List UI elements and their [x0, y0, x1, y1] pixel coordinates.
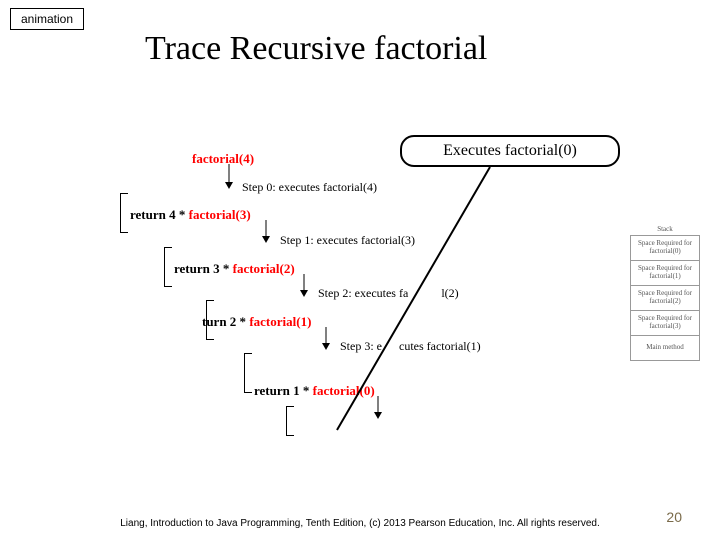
- bracket: [164, 247, 172, 287]
- arrow-down-icon: [223, 164, 235, 190]
- return-text-0: return 4 *: [130, 207, 189, 222]
- return-call-0: factorial(3): [189, 207, 251, 222]
- bracket: [120, 193, 128, 233]
- globe-watermark: [555, 355, 705, 485]
- stack-frame: Main method: [630, 335, 700, 361]
- return-call-1: factorial(2): [233, 261, 295, 276]
- stack-frame: Space Required for factorial(2): [630, 285, 700, 311]
- arrow-down-icon: [320, 327, 332, 351]
- slide-title: Trace Recursive factorial: [145, 30, 487, 68]
- footer-text: Liang, Introduction to Java Programming,…: [0, 518, 720, 530]
- animation-badge: animation: [10, 8, 84, 30]
- stack-diagram: Stack Space Required for factorial(0) Sp…: [630, 225, 700, 361]
- stack-frame: Space Required for factorial(1): [630, 260, 700, 286]
- stack-frame: Space Required for factorial(3): [630, 310, 700, 336]
- bracket: [286, 406, 294, 436]
- return-text-3: return 1 *: [254, 383, 313, 398]
- stack-frame: Space Required for factorial(0): [630, 235, 700, 261]
- return-text-2: turn 2 *: [202, 314, 249, 329]
- stack-title: Stack: [630, 225, 700, 233]
- bracket: [244, 353, 252, 393]
- callout-bubble: Executes factorial(0): [400, 135, 620, 167]
- arrow-down-icon: [260, 220, 272, 244]
- return-text-1: return 3 *: [174, 261, 233, 276]
- callout-pointer: [335, 165, 515, 440]
- callout-text: Executes factorial(0): [443, 142, 577, 160]
- return-call-2: factorial(1): [249, 314, 311, 329]
- arrow-down-icon: [298, 274, 310, 298]
- page-number: 20: [666, 509, 682, 525]
